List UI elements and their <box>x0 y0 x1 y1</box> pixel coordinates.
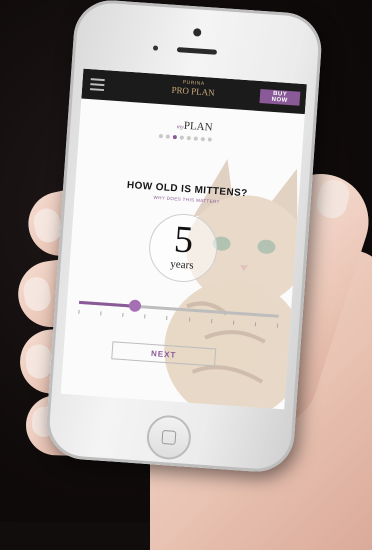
progress-dot <box>186 135 191 141</box>
slider-tick <box>210 319 212 324</box>
progress-dot <box>207 137 212 142</box>
age-value: 5 <box>172 218 195 262</box>
progress-dot <box>179 135 184 140</box>
slider-handle[interactable] <box>128 299 142 313</box>
myplan-logo: myPLAN <box>149 117 240 135</box>
logo-main-text: PRO PLAN <box>171 84 216 98</box>
slider-tick <box>254 322 257 327</box>
slider-tick <box>232 320 234 325</box>
brand-logo[interactable]: PURINA PRO PLAN <box>167 79 218 104</box>
hamburger-icon[interactable] <box>89 78 105 92</box>
progress-dot <box>172 134 178 140</box>
slider-tick <box>188 317 190 322</box>
slider-tick <box>78 309 80 314</box>
phone-screen: PURINA PRO PLAN BUY NOW myPLAN HOW OLD I… <box>60 68 307 410</box>
slider-tick <box>166 315 168 321</box>
buy-now-button[interactable]: BUY NOW <box>259 88 301 106</box>
progress-dot <box>165 134 171 139</box>
progress-dot <box>193 136 198 141</box>
slider-tick <box>122 312 124 317</box>
myplan-title: PLAN <box>183 119 213 134</box>
slider-tick <box>144 314 146 319</box>
slider-tick <box>100 311 102 316</box>
progress-dot <box>158 134 164 139</box>
slider-fill <box>79 300 136 308</box>
progress-dot <box>200 136 205 142</box>
phone: PURINA PRO PLAN BUY NOW myPLAN HOW OLD I… <box>44 0 324 475</box>
